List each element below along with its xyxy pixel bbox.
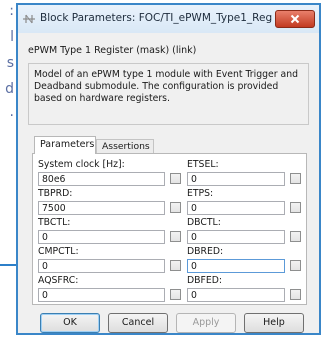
- parameters-panel: System clock [Hz]: 80e6 ETSEL: 0 TBPRD: …: [32, 153, 307, 305]
- param-label-dbred: DBRED:: [187, 246, 224, 257]
- dbctl-checkbox[interactable]: [290, 231, 301, 242]
- param-label-system-clock: System clock [Hz]:: [38, 159, 125, 170]
- mask-type-label: ePWM Type 1 Register (mask) (link): [28, 45, 197, 56]
- param-label-cmpctl: CMPCTL:: [38, 246, 79, 257]
- system-clock-input[interactable]: 80e6: [38, 172, 165, 186]
- aqsfrc-input[interactable]: 0: [38, 288, 165, 302]
- param-label-tbprd: TBPRD:: [38, 188, 73, 199]
- system-clock-checkbox[interactable]: [170, 173, 181, 184]
- title-bar[interactable]: Block Parameters: FOC/TI_ePWM_Type1_Reg: [18, 5, 319, 33]
- dbctl-input[interactable]: 0: [187, 230, 285, 244]
- param-label-tbctl: TBCTL:: [38, 217, 71, 228]
- param-label-etsel: ETSEL:: [187, 159, 219, 170]
- apply-button[interactable]: Apply: [176, 313, 236, 333]
- cancel-button[interactable]: Cancel: [108, 313, 168, 333]
- aqsfrc-checkbox[interactable]: [170, 289, 181, 300]
- tab-parameters[interactable]: Parameters: [34, 136, 96, 154]
- background-text-fragment: s: [6, 55, 14, 71]
- close-icon: [290, 14, 300, 24]
- param-label-dbfed: DBFED:: [187, 275, 223, 286]
- etsel-input[interactable]: 0: [187, 172, 285, 186]
- tbprd-input[interactable]: 7500: [38, 201, 165, 215]
- block-parameters-dialog: Block Parameters: FOC/TI_ePWM_Type1_Reg …: [16, 3, 321, 335]
- block-description: Model of an ePWM type 1 module with Even…: [34, 69, 298, 104]
- dbfed-checkbox[interactable]: [290, 289, 301, 300]
- simulink-block-icon: [23, 14, 35, 24]
- background-text-fragment: .: [9, 104, 14, 120]
- dbred-checkbox[interactable]: [290, 260, 301, 271]
- etps-input[interactable]: 0: [187, 201, 285, 215]
- param-label-aqsfrc: AQSFRC:: [38, 275, 79, 286]
- help-button[interactable]: Help: [244, 313, 304, 333]
- background-text-fragment: l: [10, 29, 14, 45]
- cmpctl-checkbox[interactable]: [170, 260, 181, 271]
- dialog-content: ePWM Type 1 Register (mask) (link) Model…: [18, 33, 319, 333]
- etsel-checkbox[interactable]: [290, 173, 301, 184]
- dbfed-input[interactable]: 0: [187, 288, 285, 302]
- tbprd-checkbox[interactable]: [170, 202, 181, 213]
- background-text-fragment: :: [9, 3, 14, 19]
- param-label-etps: ETPS:: [187, 188, 214, 199]
- tbctl-input[interactable]: 0: [38, 230, 165, 244]
- ok-button[interactable]: OK: [40, 313, 100, 333]
- param-label-dbctl: DBCTL:: [187, 217, 221, 228]
- dbred-input[interactable]: 0: [187, 259, 285, 273]
- cmpctl-input[interactable]: 0: [38, 259, 165, 273]
- tab-assertions[interactable]: Assertions: [96, 139, 154, 153]
- description-group: Model of an ePWM type 1 module with Even…: [28, 63, 309, 125]
- close-button[interactable]: [275, 10, 315, 28]
- background-text-fragment: d: [5, 81, 14, 97]
- etps-checkbox[interactable]: [290, 202, 301, 213]
- dialog-title: Block Parameters: FOC/TI_ePWM_Type1_Reg: [40, 12, 273, 24]
- tbctl-checkbox[interactable]: [170, 231, 181, 242]
